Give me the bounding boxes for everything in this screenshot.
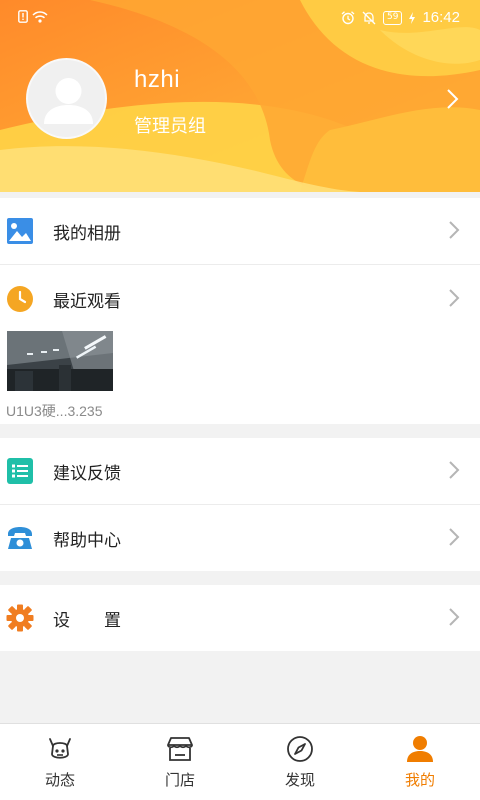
video-thumbnail-image	[7, 331, 113, 391]
chevron-right-icon	[449, 221, 460, 239]
settings-section: 设 置	[0, 585, 480, 651]
phone-icon	[6, 524, 34, 552]
tab-store[interactable]: 门店	[120, 724, 240, 800]
person-icon	[407, 736, 433, 762]
recent-video-thumbnail[interactable]	[7, 331, 113, 391]
menu-label-recent: 最近观看	[53, 291, 121, 312]
sim-alert-icon	[18, 10, 28, 23]
profile-group: 管理员组	[134, 116, 206, 137]
profile-username: hzhi	[134, 66, 181, 93]
tab-label: 我的	[404, 771, 435, 789]
tab-mine[interactable]: 我的	[360, 724, 480, 800]
status-bar: 59 16:42	[0, 0, 480, 36]
menu-label-feedback: 建议反馈	[53, 463, 121, 484]
battery-icon: 59	[383, 10, 403, 25]
avatar[interactable]	[26, 58, 107, 139]
profile-header[interactable]: 59 16:42 hzhi 管理员组	[0, 0, 480, 192]
feed-icon	[49, 738, 71, 759]
menu-item-help[interactable]: 帮助中心	[0, 505, 480, 571]
alarm-icon	[341, 10, 355, 24]
recent-video-caption: U1U3硬...3.235	[6, 403, 103, 419]
support-section: 建议反馈 帮助中心	[0, 438, 480, 571]
menu-item-recent[interactable]: 最近观看	[0, 266, 480, 332]
store-icon	[167, 737, 193, 761]
tab-label: 门店	[164, 771, 195, 789]
menu-label-help: 帮助中心	[53, 530, 121, 551]
menu-item-settings[interactable]: 设 置	[0, 585, 480, 651]
tab-label: 发现	[284, 771, 315, 789]
chevron-right-icon	[449, 608, 460, 626]
charging-icon	[409, 11, 416, 24]
clock-icon	[6, 285, 34, 313]
image-icon	[6, 217, 34, 245]
battery-level: 59	[387, 12, 399, 22]
status-time: 16:42	[422, 9, 460, 26]
chevron-right-icon	[449, 289, 460, 307]
divider	[0, 264, 480, 265]
list-icon	[6, 457, 34, 485]
chevron-right-icon	[449, 461, 460, 479]
menu-label-album: 我的相册	[53, 223, 121, 244]
bottom-tab-bar: 动态 门店 发现 我的	[0, 723, 480, 800]
tab-label: 动态	[44, 771, 75, 789]
tab-discover[interactable]: 发现	[240, 724, 360, 800]
tab-feed[interactable]: 动态	[0, 724, 120, 800]
menu-label-settings: 设 置	[53, 610, 121, 631]
chevron-right-icon[interactable]	[446, 88, 460, 110]
wifi-icon	[32, 10, 48, 23]
mute-icon	[362, 11, 376, 24]
menu-item-album[interactable]: 我的相册	[0, 198, 480, 264]
gear-icon	[6, 604, 34, 632]
compass-icon	[287, 736, 313, 762]
chevron-right-icon	[449, 528, 460, 546]
menu-item-feedback[interactable]: 建议反馈	[0, 438, 480, 504]
